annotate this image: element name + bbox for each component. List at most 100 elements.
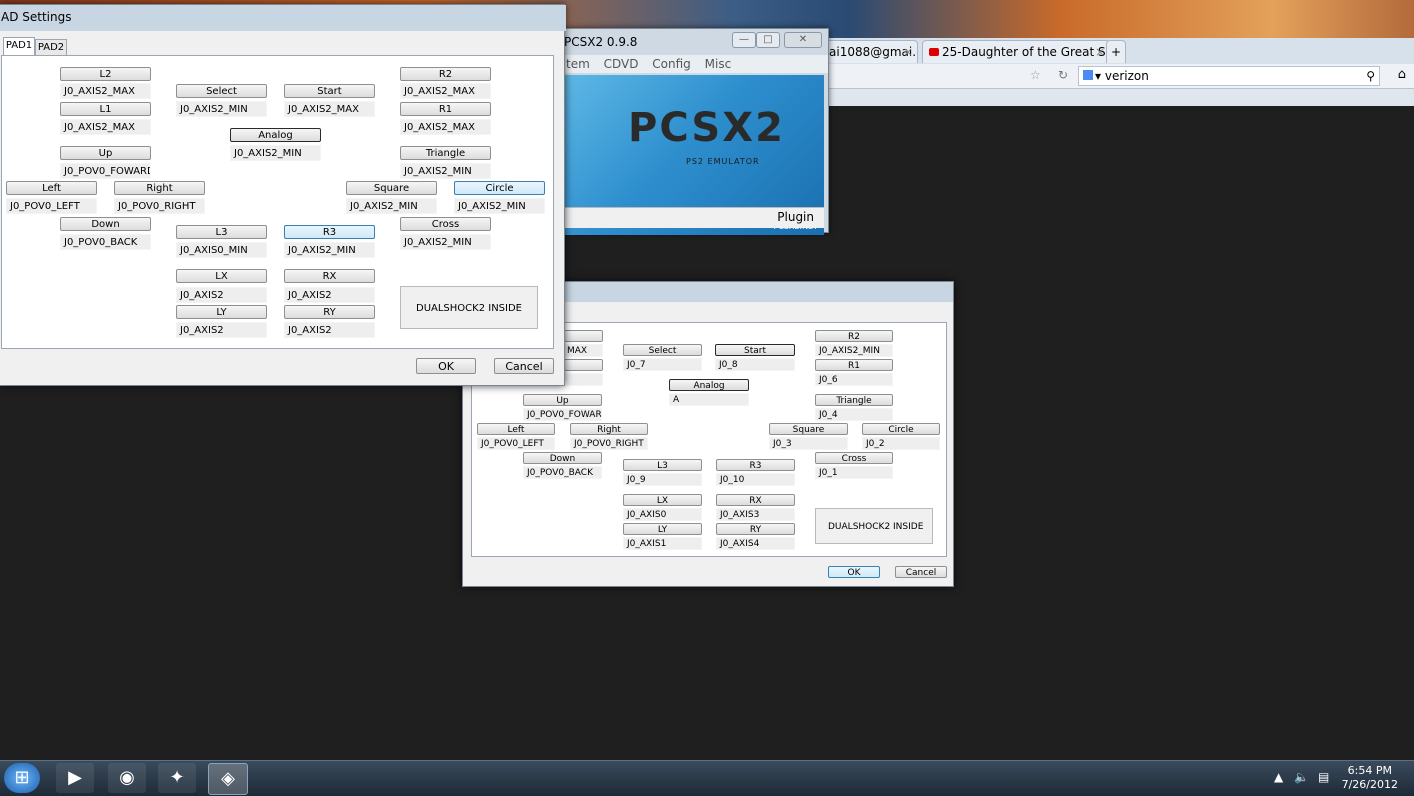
r1-binding: J0_6	[815, 373, 893, 386]
r1-button[interactable]: R1	[815, 359, 893, 371]
cancel-button[interactable]: Cancel	[895, 566, 947, 578]
menu-config[interactable]: Config	[652, 57, 691, 71]
star-icon[interactable]: ☆	[1030, 68, 1041, 82]
circle-binding: J0_2	[862, 437, 940, 450]
search-input[interactable]: ▾ verizon ⚲	[1078, 66, 1380, 86]
l3-binding: J0_AXIS0_MIN	[176, 242, 267, 258]
down-button[interactable]: Down	[60, 217, 151, 231]
clock[interactable]: 6:54 PM 7/26/2012	[1342, 764, 1398, 792]
triangle-button[interactable]: Triangle	[400, 146, 491, 160]
reload-icon[interactable]: ↻	[1058, 68, 1068, 82]
analog-binding: A	[669, 393, 749, 406]
r2-button[interactable]: R2	[400, 67, 491, 81]
ry-button[interactable]: RY	[284, 305, 375, 319]
maximize-button[interactable]: □	[756, 32, 780, 48]
show-hidden-icons-icon[interactable]: ▲	[1274, 770, 1283, 784]
select-button[interactable]: Select	[623, 344, 702, 356]
dialog-titlebar: AD Settings	[0, 5, 566, 31]
square-button[interactable]: Square	[346, 181, 437, 195]
volume-icon[interactable]: 🔈	[1294, 770, 1309, 784]
cross-binding: J0_1	[815, 466, 893, 479]
pcsx2-taskbar-icon[interactable]: ◈	[208, 763, 248, 795]
l3-binding: J0_9	[623, 473, 702, 486]
l2-button[interactable]	[563, 330, 603, 342]
ry-button[interactable]: RY	[716, 523, 795, 535]
search-value: verizon	[1104, 69, 1149, 83]
circle-button[interactable]: Circle	[862, 423, 940, 435]
rx-binding: J0_AXIS3	[716, 508, 795, 521]
l2-binding: J0_AXIS2_MAX	[60, 83, 151, 99]
r3-button[interactable]: R3	[284, 225, 375, 239]
network-icon[interactable]: ▤	[1318, 770, 1329, 784]
ly-binding: J0_AXIS1	[623, 537, 702, 550]
l3-button[interactable]: L3	[623, 459, 702, 471]
new-tab-button[interactable]: +	[1106, 40, 1126, 63]
close-icon[interactable]: ×	[903, 41, 913, 63]
square-binding: J0_3	[769, 437, 848, 450]
select-button[interactable]: Select	[176, 84, 267, 98]
rx-button[interactable]: RX	[716, 494, 795, 506]
l3-button[interactable]: L3	[176, 225, 267, 239]
r2-button[interactable]: R2	[815, 330, 893, 342]
triangle-button[interactable]: Triangle	[815, 394, 893, 406]
cross-button[interactable]: Cross	[400, 217, 491, 231]
tab-pad2[interactable]: PAD2	[35, 39, 67, 56]
cross-binding: J0_AXIS2_MIN	[400, 234, 491, 250]
firefox-icon[interactable]: ◉	[108, 763, 146, 793]
start-button[interactable]: Start	[715, 344, 795, 356]
l1-button[interactable]: L1	[60, 102, 151, 116]
analog-button[interactable]: Analog	[669, 379, 749, 391]
start-button[interactable]: Start	[284, 84, 375, 98]
ly-button[interactable]: LY	[176, 305, 267, 319]
ok-button[interactable]: OK	[416, 358, 476, 374]
down-button[interactable]: Down	[523, 452, 602, 464]
l1-binding: J0_AXIS2_MAX	[60, 119, 151, 135]
up-button[interactable]: Up	[60, 146, 151, 160]
right-button[interactable]: Right	[570, 423, 648, 435]
aim-icon[interactable]: ✦	[158, 763, 196, 793]
close-button[interactable]: ✕	[784, 32, 822, 48]
l2-button[interactable]: L2	[60, 67, 151, 81]
ly-button[interactable]: LY	[623, 523, 702, 535]
home-icon[interactable]: ⌂	[1398, 67, 1406, 82]
start-binding: J0_AXIS2_MAX	[284, 101, 375, 117]
minimize-button[interactable]: —	[732, 32, 756, 48]
lx-binding: J0_AXIS2	[176, 287, 267, 303]
browser-tab-label: 25-Daughter of the Great Su...	[942, 45, 1110, 59]
r3-button[interactable]: R3	[716, 459, 795, 471]
rx-button[interactable]: RX	[284, 269, 375, 283]
media-player-icon[interactable]: ▶	[56, 763, 94, 793]
start-binding: J0_8	[715, 358, 795, 371]
r1-button[interactable]: R1	[400, 102, 491, 116]
ok-button[interactable]: OK	[828, 566, 880, 578]
menu-cdvd[interactable]: CDVD	[604, 57, 639, 71]
triangle-binding: J0_AXIS2_MIN	[400, 163, 491, 179]
magnifier-icon[interactable]: ⚲	[1366, 67, 1375, 85]
r1-binding: J0_AXIS2_MAX	[400, 119, 491, 135]
up-binding: J0_POV0_FOWARD	[523, 408, 602, 421]
cancel-button[interactable]: Cancel	[494, 358, 554, 374]
lx-button[interactable]: LX	[176, 269, 267, 283]
analog-button[interactable]: Analog	[230, 128, 321, 142]
menu-system[interactable]: tem	[566, 57, 590, 71]
start-button[interactable]: ⊞	[4, 763, 40, 793]
up-button[interactable]: Up	[523, 394, 602, 406]
l1-button[interactable]	[563, 359, 603, 371]
browser-tab[interactable]: 25-Daughter of the Great Su... ×	[922, 40, 1110, 63]
cross-button[interactable]: Cross	[815, 452, 893, 464]
right-binding: J0_POV0_RIGHT	[114, 198, 205, 214]
right-button[interactable]: Right	[114, 181, 205, 195]
menu-misc[interactable]: Misc	[705, 57, 732, 71]
tab-pad1[interactable]: PAD1	[3, 37, 35, 56]
l1-binding	[563, 373, 603, 386]
square-button[interactable]: Square	[769, 423, 848, 435]
browser-tab[interactable]: ai1088@gmai... ×	[822, 40, 918, 63]
left-button[interactable]: Left	[6, 181, 97, 195]
left-button[interactable]: Left	[477, 423, 555, 435]
circle-button[interactable]: Circle	[454, 181, 545, 195]
right-binding: J0_POV0_RIGHT	[570, 437, 648, 450]
menu-bar: tem CDVD Config Misc	[556, 55, 828, 73]
down-binding: J0_POV0_BACK	[60, 234, 151, 250]
close-icon[interactable]: ×	[1095, 41, 1105, 63]
lx-button[interactable]: LX	[623, 494, 702, 506]
